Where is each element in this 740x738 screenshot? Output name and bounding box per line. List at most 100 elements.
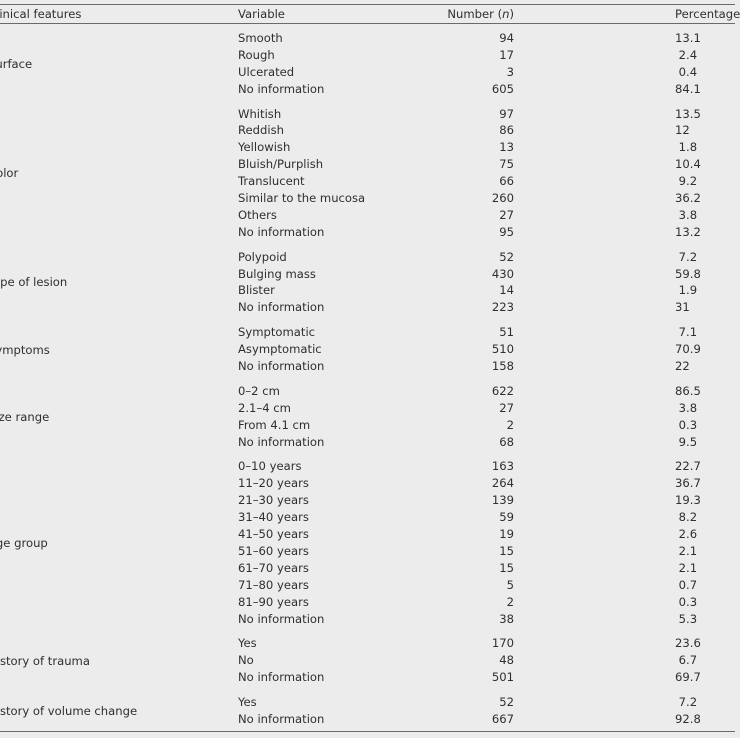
number-cell: 15 — [499, 543, 514, 558]
number-cell: 5 — [506, 577, 514, 592]
percentage-cell: 2.1 — [675, 560, 698, 575]
table-row: 21–30 years 139 19.3 — [238, 492, 735, 509]
percentage-cell: 59.8 — [675, 266, 701, 281]
number-cell: 622 — [491, 383, 514, 398]
table-row: Blister 14 1.9 — [238, 282, 735, 299]
group-rows: Smooth 94 13.1 Rough 17 2.4 Ulcerated 3 0.4 No … — [238, 30, 735, 98]
percentage-cell: 0.4 — [675, 64, 698, 79]
table-row: Whitish 97 13.5 — [238, 106, 735, 123]
feature-group: Age group 0–10 years 163 22.7 11–20 years 264… — [0, 452, 735, 629]
variable-cell: Bulging mass — [238, 266, 316, 281]
table-row: No information 68 9.5 — [238, 434, 735, 451]
variable-cell: Asymptomatic — [238, 342, 322, 357]
number-cell: 66 — [499, 174, 514, 189]
table-row: 81–90 years 2 0.3 — [238, 594, 735, 611]
number-cell: 75 — [499, 157, 514, 172]
percentage-cell: 7.2 — [675, 249, 698, 264]
table-row: 11–20 years 264 36.7 — [238, 475, 735, 492]
group-rows: Yes 52 7.2 No information 667 92.8 — [238, 694, 735, 728]
clinical-feature-label: Age group — [0, 535, 48, 550]
percentage-cell: 12 — [675, 123, 690, 138]
header-percentage: Percentage (%) — [675, 7, 740, 21]
table-row: No information 223 31 — [238, 299, 735, 316]
table-row: Yellowish 13 1.8 — [238, 139, 735, 156]
table-row: 2.1–4 cm 27 3.8 — [238, 400, 735, 417]
number-cell: 95 — [499, 224, 514, 239]
number-cell: 3 — [506, 64, 514, 79]
number-cell: 163 — [491, 459, 514, 474]
percentage-cell: 69.7 — [675, 670, 701, 685]
variable-cell: Yes — [238, 695, 257, 710]
group-rows: 0–10 years 163 22.7 11–20 years 264 36.7 21–30… — [238, 458, 735, 627]
percentage-cell: 36.7 — [675, 476, 701, 491]
clinical-feature-label: Type of lesion — [0, 275, 68, 290]
table-row: 71–80 years 5 0.7 — [238, 577, 735, 594]
variable-cell: 51–60 years — [238, 543, 309, 558]
variable-cell: Bluish/Purplish — [238, 157, 324, 172]
variable-cell: No information — [238, 359, 325, 374]
number-cell: 667 — [491, 711, 514, 726]
percentage-cell: 9.2 — [675, 174, 698, 189]
variable-cell: Yellowish — [238, 140, 291, 155]
feature-group: Type of lesion Polypoid 52 7.2 Bulging mass… — [0, 243, 735, 319]
number-cell: 68 — [499, 434, 514, 449]
variable-cell: Whitish — [238, 106, 282, 121]
table-row: No information 95 13.2 — [238, 224, 735, 241]
percentage-cell: 7.2 — [675, 695, 698, 710]
variable-cell: Similar to the mucosa — [238, 191, 366, 206]
clinical-feature-label: History of volume change — [0, 703, 138, 718]
variable-cell: 41–50 years — [238, 527, 309, 542]
number-cell: 14 — [499, 283, 514, 298]
header-gap — [514, 5, 675, 23]
variable-cell: Symptomatic — [238, 325, 316, 340]
variable-cell: Polypoid — [238, 249, 287, 264]
number-cell: 17 — [499, 47, 514, 62]
table-row: 0–10 years 163 22.7 — [238, 458, 735, 475]
number-cell: 51 — [499, 325, 514, 340]
percentage-cell: 0.3 — [675, 417, 698, 432]
percentage-cell: 2.1 — [675, 543, 698, 558]
percentage-cell: 23.6 — [675, 636, 701, 651]
table-row: 0–2 cm 622 86.5 — [238, 383, 735, 400]
percentage-cell: 92.8 — [675, 711, 701, 726]
number-cell: 223 — [491, 300, 514, 315]
header-variable: Variable — [238, 7, 285, 21]
table-row: Rough 17 2.4 — [238, 47, 735, 64]
table-row: Reddish 86 12 — [238, 122, 735, 139]
table-row: No information 158 22 — [238, 358, 735, 375]
variable-cell: Smooth — [238, 31, 283, 45]
percentage-cell: 86.5 — [675, 383, 701, 398]
table-row: No information 501 69.7 — [238, 669, 735, 686]
number-cell: 260 — [491, 191, 514, 206]
variable-cell: 0–10 years — [238, 459, 302, 474]
variable-cell: No information — [238, 224, 325, 239]
table-row: Polypoid 52 7.2 — [238, 249, 735, 266]
variable-cell: 11–20 years — [238, 476, 309, 491]
table-row: Symptomatic 51 7.1 — [238, 324, 735, 341]
percentage-cell: 2.4 — [675, 47, 698, 62]
number-cell: 38 — [499, 611, 514, 626]
variable-cell: 81–90 years — [238, 594, 309, 609]
clinical-feature-label: Size range — [0, 409, 50, 424]
table-row: Bluish/Purplish 75 10.4 — [238, 156, 735, 173]
variable-cell: Translucent — [238, 174, 305, 189]
